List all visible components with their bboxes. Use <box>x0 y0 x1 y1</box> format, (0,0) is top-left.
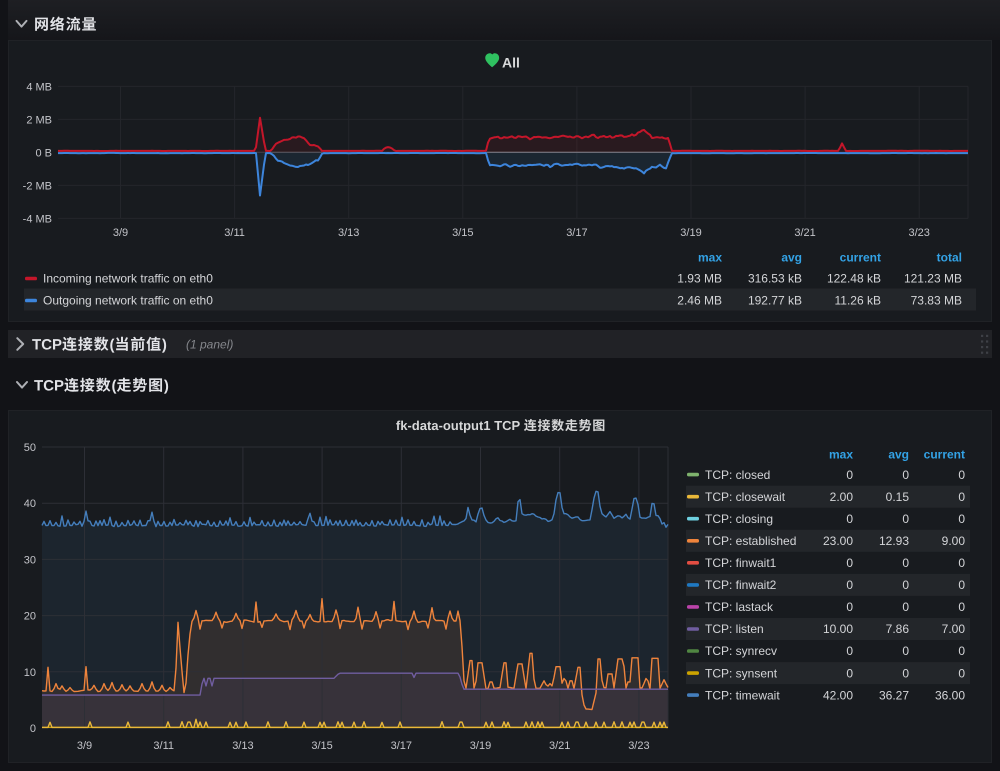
svg-text:3/19: 3/19 <box>680 227 701 239</box>
svg-text:0: 0 <box>902 578 909 592</box>
svg-text:11.26 kB: 11.26 kB <box>835 294 881 308</box>
svg-text:1.93 MB: 1.93 MB <box>677 272 722 286</box>
svg-text:TCP: closewait: TCP: closewait <box>705 490 786 504</box>
svg-text:7.00: 7.00 <box>942 622 966 636</box>
svg-text:0: 0 <box>902 556 909 570</box>
svg-text:0: 0 <box>958 556 965 570</box>
svg-text:-2 MB: -2 MB <box>23 180 52 192</box>
svg-text:TCP: closed: TCP: closed <box>705 468 770 482</box>
svg-text:3/15: 3/15 <box>452 227 473 239</box>
svg-text:3/15: 3/15 <box>311 740 332 752</box>
svg-text:total: total <box>937 251 962 265</box>
svg-text:TCP: closing: TCP: closing <box>705 512 773 526</box>
svg-text:3/9: 3/9 <box>77 740 92 752</box>
svg-text:3/21: 3/21 <box>794 227 815 239</box>
svg-text:3/11: 3/11 <box>153 740 174 752</box>
svg-text:0: 0 <box>846 556 853 570</box>
svg-text:73.83 MB: 73.83 MB <box>911 294 962 308</box>
svg-text:36.00: 36.00 <box>935 688 965 702</box>
svg-text:-4 MB: -4 MB <box>23 213 52 225</box>
svg-text:121.23 MB: 121.23 MB <box>904 272 962 286</box>
svg-text:current: current <box>840 251 881 265</box>
svg-text:0: 0 <box>846 666 853 680</box>
svg-text:0: 0 <box>902 644 909 658</box>
svg-text:0: 0 <box>846 644 853 658</box>
svg-text:Outgoing network traffic on et: Outgoing network traffic on eth0 <box>43 294 213 308</box>
svg-text:0: 0 <box>846 468 853 482</box>
svg-text:0: 0 <box>846 512 853 526</box>
svg-text:36.27: 36.27 <box>879 688 909 702</box>
svg-text:0: 0 <box>958 578 965 592</box>
svg-text:3/17: 3/17 <box>391 740 412 752</box>
svg-text:3/19: 3/19 <box>470 740 491 752</box>
svg-text:All: All <box>502 54 520 70</box>
svg-text:3/23: 3/23 <box>908 227 929 239</box>
svg-text:TCP: listen: TCP: listen <box>705 622 764 636</box>
svg-text:0: 0 <box>958 512 965 526</box>
svg-text:0: 0 <box>958 468 965 482</box>
svg-text:3/17: 3/17 <box>566 227 587 239</box>
svg-text:192.77 kB: 192.77 kB <box>748 294 802 308</box>
svg-text:10: 10 <box>24 667 36 679</box>
svg-text:3/23: 3/23 <box>628 740 649 752</box>
svg-text:0 B: 0 B <box>35 147 52 159</box>
svg-text:2 MB: 2 MB <box>26 114 52 126</box>
svg-text:3/9: 3/9 <box>113 227 128 239</box>
svg-text:0: 0 <box>846 578 853 592</box>
svg-text:3/21: 3/21 <box>549 740 570 752</box>
svg-text:50: 50 <box>24 442 36 454</box>
svg-text:30: 30 <box>24 554 36 566</box>
svg-text:TCP: finwait2: TCP: finwait2 <box>705 578 777 592</box>
svg-text:current: current <box>924 448 965 462</box>
svg-text:3/13: 3/13 <box>338 227 359 239</box>
svg-text:avg: avg <box>888 448 909 462</box>
svg-text:2.46 MB: 2.46 MB <box>677 294 722 308</box>
svg-text:3/13: 3/13 <box>232 740 253 752</box>
svg-text:3/11: 3/11 <box>224 227 245 239</box>
svg-text:Incoming network traffic on et: Incoming network traffic on eth0 <box>43 272 213 286</box>
svg-text:20: 20 <box>24 611 36 623</box>
svg-text:TCP: finwait1: TCP: finwait1 <box>705 556 777 570</box>
svg-text:avg: avg <box>781 251 802 265</box>
svg-text:0: 0 <box>958 644 965 658</box>
svg-text:2.00: 2.00 <box>830 490 854 504</box>
svg-text:316.53 kB: 316.53 kB <box>748 272 802 286</box>
svg-text:0: 0 <box>958 600 965 614</box>
svg-text:0: 0 <box>30 723 36 735</box>
svg-text:max: max <box>829 448 853 462</box>
svg-text:12.93: 12.93 <box>879 534 909 548</box>
svg-text:0: 0 <box>902 512 909 526</box>
svg-text:4 MB: 4 MB <box>26 81 52 93</box>
svg-text:42.00: 42.00 <box>823 688 853 702</box>
svg-text:0: 0 <box>958 490 965 504</box>
svg-text:TCP: synsent: TCP: synsent <box>705 666 778 680</box>
svg-text:TCP: lastack: TCP: lastack <box>705 600 774 614</box>
svg-text:40: 40 <box>24 498 36 510</box>
svg-text:TCP: timewait: TCP: timewait <box>705 688 780 702</box>
svg-text:10.00: 10.00 <box>823 622 853 636</box>
svg-text:122.48 kB: 122.48 kB <box>827 272 881 286</box>
svg-text:0: 0 <box>902 666 909 680</box>
svg-text:0: 0 <box>846 600 853 614</box>
svg-text:TCP: established: TCP: established <box>705 534 796 548</box>
svg-text:(1 panel): (1 panel) <box>186 338 233 352</box>
svg-text:7.86: 7.86 <box>886 622 910 636</box>
svg-text:23.00: 23.00 <box>823 534 853 548</box>
svg-text:0: 0 <box>902 468 909 482</box>
svg-text:0.15: 0.15 <box>886 490 910 504</box>
svg-text:0: 0 <box>958 666 965 680</box>
svg-text:9.00: 9.00 <box>942 534 966 548</box>
svg-text:TCP: synrecv: TCP: synrecv <box>705 644 777 658</box>
svg-text:max: max <box>698 251 722 265</box>
svg-text:0: 0 <box>902 600 909 614</box>
